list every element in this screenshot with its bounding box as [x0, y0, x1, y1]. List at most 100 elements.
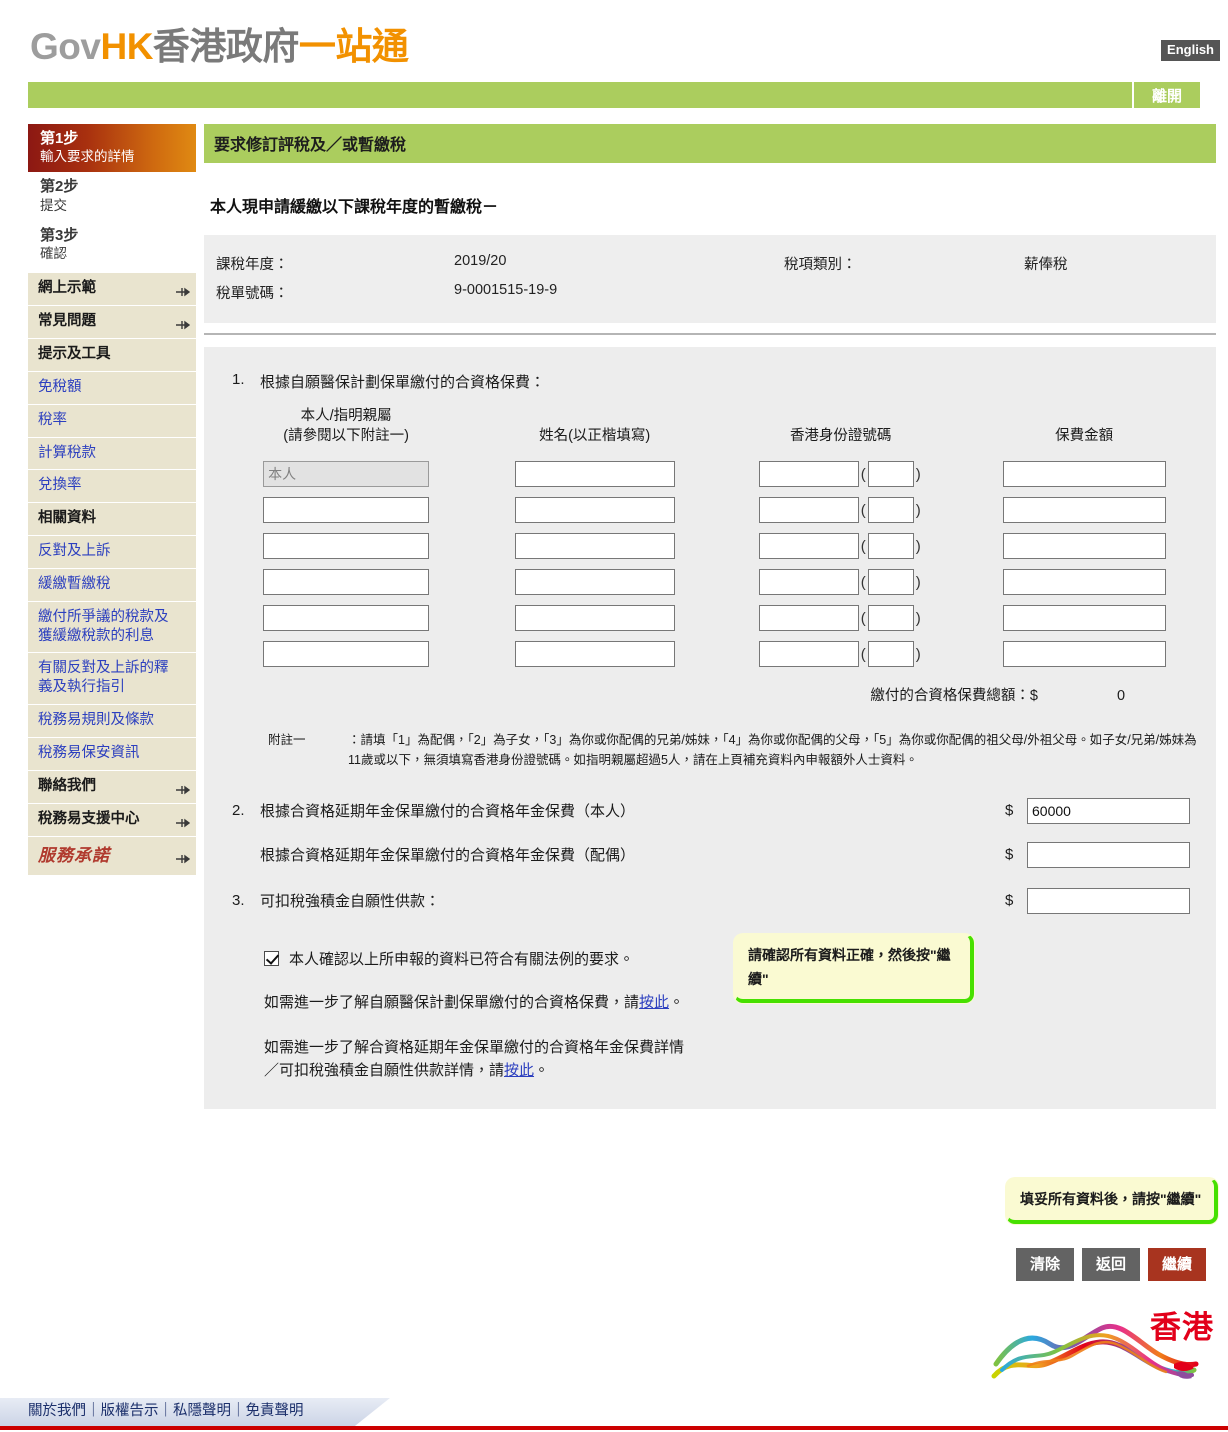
- help-annuity-link[interactable]: 按此: [504, 1062, 534, 1079]
- sidebar-item-label: 稅率: [38, 411, 67, 428]
- name-input-2[interactable]: [514, 497, 675, 524]
- sidebar-item-holdover[interactable]: 緩繳暫繳稅: [28, 568, 196, 602]
- name-input-6[interactable]: [514, 641, 675, 668]
- expand-arrow-icon: [176, 815, 191, 828]
- sidebar-item-etax-terms[interactable]: 稅務易規則及條款: [28, 705, 196, 739]
- hkid-input-1[interactable]: [758, 461, 859, 488]
- hkid-check-digit-input-1[interactable]: [867, 461, 914, 488]
- hkid-input-6[interactable]: [758, 641, 859, 668]
- exit-button[interactable]: 離開: [1132, 82, 1200, 108]
- footer-link-disclaimer[interactable]: 免責聲明: [246, 1403, 304, 1419]
- column-header-relationship: 本人/指明親屬 (請參閱以下附註一): [283, 408, 409, 444]
- hkid-input-2[interactable]: [758, 497, 859, 524]
- brand-hongkong-logo: 香港: [988, 1298, 1218, 1394]
- sidebar-step-2[interactable]: 第2步 提交: [28, 172, 196, 220]
- sidebar-item-interpretation-guidelines[interactable]: 有關反對及上訴的釋義及執行指引: [28, 653, 196, 706]
- help-vhis-after: 。: [669, 993, 685, 1011]
- relationship-input-2[interactable]: [263, 497, 430, 524]
- site-header: GovHK香港政府一站通 English: [0, 0, 1228, 82]
- relationship-input-4[interactable]: [263, 569, 430, 596]
- hkid-open-paren: (: [860, 466, 866, 484]
- hkid-input-3[interactable]: [758, 533, 859, 560]
- expand-arrow-icon: [176, 317, 191, 330]
- premium-amount-input-5[interactable]: [1002, 605, 1166, 632]
- premium-amount-input-3[interactable]: [1002, 533, 1166, 560]
- hkid-close-paren: ): [915, 574, 921, 592]
- annuity-self-input[interactable]: [1027, 797, 1190, 824]
- footnote-text: ：請填「1」為配偶，「2」為子女，「3」為你或你配偶的兄弟/姊妹，「4」為你或你…: [348, 733, 1197, 767]
- premium-amount-input-2[interactable]: [1002, 497, 1166, 524]
- sidebar-item-objections-appeals[interactable]: 反對及上訴: [28, 536, 196, 569]
- name-input-3[interactable]: [514, 533, 675, 560]
- step-3-subtitle: 確認: [40, 246, 67, 262]
- sidebar-item-label: 聯絡我們: [38, 777, 96, 794]
- hkid-check-digit-input-3[interactable]: [867, 533, 914, 560]
- sidebar-step-3[interactable]: 第3步 確認: [28, 221, 196, 269]
- sidebar-step-1[interactable]: 第1步 輸入要求的詳情: [28, 124, 196, 173]
- relationship-input-1[interactable]: [263, 461, 430, 488]
- dollar-sign-q3: $: [1005, 892, 1014, 910]
- question-1: 1. 根據自願醫保計劃保單繳付的合資格保費：: [218, 371, 1202, 392]
- hkid-check-digit-input-4[interactable]: [867, 569, 914, 596]
- back-button[interactable]: 返回: [1081, 1248, 1140, 1281]
- footer-link-privacy[interactable]: 私隱聲明: [173, 1403, 231, 1419]
- sidebar-item-contact-us[interactable]: 聯絡我們: [28, 770, 196, 804]
- sidebar-item-disputed-tax-interest[interactable]: 繳付所爭議的稅款及獲緩繳稅款的利息: [28, 601, 196, 654]
- help-annuity-after: 。: [534, 1062, 550, 1080]
- hkid-open-paren: (: [860, 538, 866, 556]
- logo-chinese-orange: 一站通: [298, 26, 409, 67]
- question-3-label: 可扣稅強積金自願性供款：: [260, 893, 441, 911]
- hkid-check-digit-input-2[interactable]: [867, 497, 914, 524]
- hkid-check-digit-input-5[interactable]: [867, 605, 914, 632]
- sidebar-item-tax-rates[interactable]: 稅率: [28, 404, 196, 438]
- relationship-input-3[interactable]: [263, 533, 430, 560]
- footer-links: 關於我們｜版權告示｜私隱聲明｜免責聲明: [28, 1399, 304, 1420]
- sidebar-item-label: 提示及工具: [38, 346, 111, 363]
- name-input-1[interactable]: [514, 461, 675, 488]
- premium-amount-input-6[interactable]: [1002, 641, 1166, 668]
- question-2-self: 2. 根據合資格延期年金保單繳付的合資格年金保費（本人） $: [218, 797, 1202, 824]
- relationship-input-5[interactable]: [263, 605, 430, 632]
- sidebar-item-service-pledge[interactable]: 服務承諾: [28, 836, 196, 876]
- confirmation-checkbox[interactable]: [264, 950, 279, 966]
- footer-link-about-us[interactable]: 關於我們: [28, 1403, 86, 1419]
- name-input-5[interactable]: [514, 605, 675, 632]
- clear-button[interactable]: 清除: [1015, 1248, 1074, 1281]
- relationship-input-6[interactable]: [263, 641, 430, 668]
- tax-year-value: 2019/20: [454, 253, 507, 269]
- sidebar: 第1步 輸入要求的詳情 第2步 提交 第3步 確認 網上示範 常見問題 提示及工…: [28, 124, 196, 876]
- hkid-input-4[interactable]: [758, 569, 859, 596]
- language-switch-button[interactable]: English: [1161, 40, 1220, 61]
- logo-hk-text: HK: [100, 26, 153, 67]
- mpf-tvc-input[interactable]: [1027, 887, 1190, 914]
- sidebar-item-tips-tools[interactable]: 提示及工具: [28, 339, 196, 372]
- sidebar-item-etax-security[interactable]: 稅務易保安資訊: [28, 738, 196, 771]
- premium-amount-input-1[interactable]: [1002, 461, 1166, 488]
- hkid-close-paren: ): [915, 466, 921, 484]
- sidebar-item-label: 有關反對及上訴的釋義及執行指引: [38, 660, 169, 696]
- dollar-sign-q2-self: $: [1005, 802, 1014, 820]
- question-3: 3. 可扣稅強積金自願性供款： $: [218, 887, 1202, 914]
- sidebar-item-etax-support-centre[interactable]: 稅務易支援中心: [28, 803, 196, 837]
- sidebar-item-allowances[interactable]: 免稅額: [28, 371, 196, 405]
- annuity-spouse-input[interactable]: [1027, 841, 1190, 868]
- hkid-input-5[interactable]: [758, 605, 859, 632]
- sidebar-item-exchange-rates[interactable]: 兌換率: [28, 470, 196, 504]
- sidebar-item-online-demo[interactable]: 網上示範: [28, 273, 196, 307]
- help-vhis-link[interactable]: 按此: [639, 994, 669, 1011]
- name-input-4[interactable]: [514, 569, 675, 596]
- premium-amount-input-4[interactable]: [1002, 569, 1166, 596]
- table-row: (): [218, 528, 1202, 564]
- sidebar-item-faq[interactable]: 常見問題: [28, 306, 196, 340]
- sidebar-item-tax-computation[interactable]: 計算稅款: [28, 437, 196, 471]
- hkid-check-digit-input-6[interactable]: [867, 641, 914, 668]
- column-header-name: 姓名(以正楷填寫): [539, 427, 651, 444]
- premium-total-label: 繳付的合資格保費總額：$: [870, 688, 1038, 705]
- step-2-title: 第2步: [40, 178, 79, 196]
- continue-button[interactable]: 繼續: [1147, 1248, 1206, 1281]
- hkid-open-paren: (: [860, 610, 866, 628]
- sidebar-item-related-info[interactable]: 相關資料: [28, 503, 196, 537]
- service-pledge-label: 服務承諾: [38, 845, 110, 865]
- footer-link-copyright[interactable]: 版權告示: [101, 1403, 159, 1419]
- sidebar-item-label: 常見問題: [38, 313, 96, 330]
